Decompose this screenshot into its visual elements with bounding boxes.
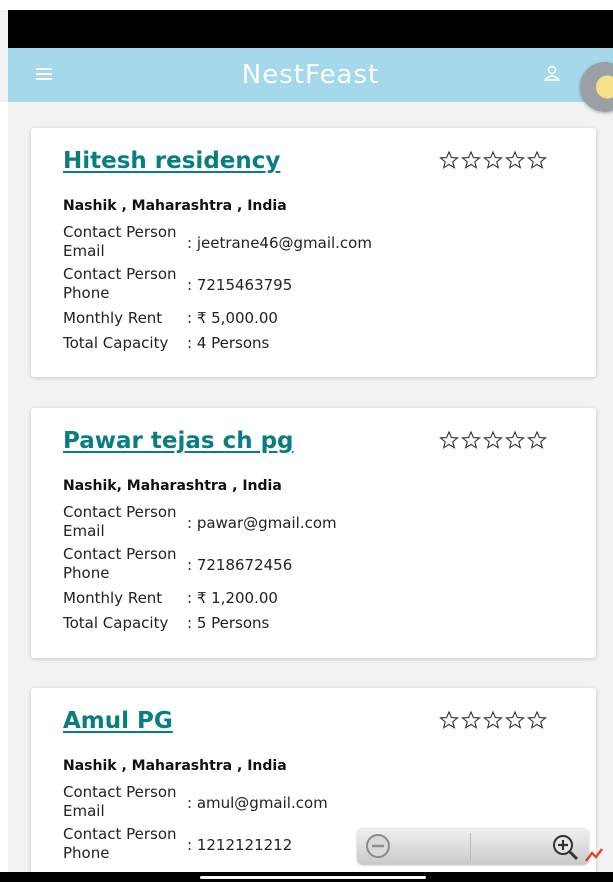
- left-edge-strip: [0, 102, 8, 872]
- star-outline-icon[interactable]: [483, 430, 503, 450]
- star-outline-icon[interactable]: [439, 710, 459, 730]
- zoom-in-icon[interactable]: [551, 833, 579, 861]
- email-value: : amul@gmail.com: [187, 794, 328, 812]
- zoom-out-icon[interactable]: [365, 833, 393, 861]
- home-indicator[interactable]: [200, 876, 426, 879]
- listing-feed[interactable]: Hitesh residency Nashik , Maharashtra , …: [8, 102, 613, 872]
- phone-label: Contact Person Phone: [63, 265, 177, 302]
- star-outline-icon[interactable]: [483, 150, 503, 170]
- star-outline-icon[interactable]: [527, 430, 547, 450]
- rating-stars[interactable]: [439, 710, 547, 730]
- rent-value: : ₹ 1,200.00: [187, 588, 278, 607]
- zoom-divider: [470, 833, 471, 861]
- phone-value: : 7215463795: [187, 276, 293, 294]
- navigation-bar: [0, 872, 613, 882]
- phone-value: : 1212121212: [187, 836, 293, 854]
- app-bar: NestFeast: [8, 48, 613, 102]
- listing-title-link[interactable]: Hitesh residency: [63, 148, 280, 174]
- star-outline-icon[interactable]: [439, 150, 459, 170]
- star-outline-icon[interactable]: [505, 710, 525, 730]
- capacity-value: : 5 Persons: [187, 613, 270, 632]
- rent-value: : ₹ 5,000.00: [187, 308, 278, 327]
- star-outline-icon[interactable]: [439, 430, 459, 450]
- rating-stars[interactable]: [439, 150, 547, 170]
- star-outline-icon[interactable]: [461, 430, 481, 450]
- star-outline-icon[interactable]: [505, 430, 525, 450]
- star-outline-icon[interactable]: [505, 150, 525, 170]
- email-value: : pawar@gmail.com: [187, 514, 337, 532]
- phone-label: Contact Person Phone: [63, 545, 177, 582]
- listing-details: Contact Person Email : jeetrane46@gmail.…: [63, 221, 372, 355]
- email-value: : jeetrane46@gmail.com: [187, 234, 372, 252]
- star-outline-icon[interactable]: [527, 150, 547, 170]
- listing-title-link[interactable]: Amul PG: [63, 708, 173, 734]
- star-outline-icon[interactable]: [527, 710, 547, 730]
- phone-value: : 7218672456: [187, 556, 293, 574]
- app-title: NestFeast: [241, 60, 380, 90]
- listing-card: Hitesh residency Nashik , Maharashtra , …: [31, 128, 596, 377]
- star-outline-icon[interactable]: [483, 710, 503, 730]
- capacity-label: Total Capacity: [63, 333, 169, 352]
- email-label: Contact Person Email: [63, 783, 177, 820]
- listing-address: Nashik, Maharashtra , India: [63, 478, 282, 494]
- listing-title-link[interactable]: Pawar tejas ch pg: [63, 428, 294, 454]
- email-label: Contact Person Email: [63, 503, 177, 540]
- listing-details: Contact Person Email : amul@gmail.com Co…: [63, 781, 328, 865]
- star-outline-icon[interactable]: [461, 710, 481, 730]
- listing-address: Nashik , Maharashtra , India: [63, 758, 287, 774]
- rent-label: Monthly Rent: [63, 308, 163, 327]
- hamburger-menu-icon[interactable]: [36, 68, 52, 80]
- screen-top-edge: [0, 0, 613, 10]
- rent-label: Monthly Rent: [63, 588, 163, 607]
- capacity-value: : 4 Persons: [187, 333, 270, 352]
- listing-address: Nashik , Maharashtra , India: [63, 198, 287, 214]
- phone-label: Contact Person Phone: [63, 825, 177, 862]
- zoom-control: [357, 829, 589, 865]
- status-bar: [8, 10, 613, 48]
- listing-details: Contact Person Email : pawar@gmail.com C…: [63, 501, 337, 635]
- email-label: Contact Person Email: [63, 223, 177, 260]
- listing-card: Pawar tejas ch pg Nashik, Maharashtra , …: [31, 408, 596, 658]
- star-outline-icon[interactable]: [461, 150, 481, 170]
- rating-stars[interactable]: [439, 430, 547, 450]
- pointer-hand-icon: [585, 848, 603, 862]
- capacity-label: Total Capacity: [63, 613, 169, 632]
- user-profile-icon[interactable]: [542, 63, 562, 83]
